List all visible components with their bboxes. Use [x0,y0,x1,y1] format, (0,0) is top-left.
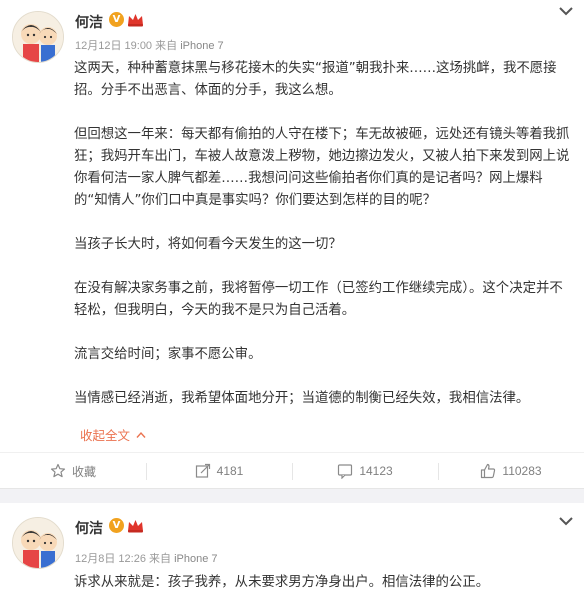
chevron-up-icon [136,431,146,438]
post-meta: 12月12日 19:00 来自 iPhone 7 [75,37,224,53]
post-paragraph: 在没有解决家务事之前，我将暂停一切工作（已签约工作继续完成）。这个决定并不轻松，… [74,281,563,318]
post-paragraph: 但回想这一年来：每天都有偷拍的人守在楼下；车无故被砸，远处还有镜头等着我抓狂；我… [74,127,570,208]
like-button[interactable]: 110283 [438,453,584,489]
member-crown-icon[interactable] [127,13,144,27]
avatar-cartoon-icon [13,518,63,568]
post-paragraph: 当孩子长大时，将如何看今天发生的这一切？ [74,237,342,252]
post-paragraph: 诉求从来就是：孩子我养，从未要求男方净身出户。相信法律的公正。 [74,575,490,590]
avatar-cartoon-icon [13,12,63,62]
author-name[interactable]: 何洁 [75,12,103,32]
weibo-post-card: 何洁 V 12月12日 19:00 来自 iPhone 7 这两天，种种蓄意抹黑… [0,0,584,489]
avatar[interactable] [12,517,64,569]
like-count: 110283 [502,464,542,478]
weibo-post-card: 何洁 V 12月8日 12:26 来自 iPhone 7 诉求从来就是：孩子我养… [0,503,584,604]
repost-count: 4181 [216,464,244,478]
verified-v-icon: V [109,518,124,533]
via-label: 来自 [155,40,178,52]
post-timestamp[interactable]: 12月8日 12:26 [75,553,146,565]
favorite-label: 收藏 [71,464,96,479]
post-paragraph: 流言交给时间；家事不愿公审。 [74,347,262,362]
comment-icon [338,464,353,479]
post-action-bar: 收藏 4181 14123 110283 [0,452,584,489]
chevron-down-icon[interactable] [558,6,574,16]
device-label: iPhone 7 [180,40,224,52]
avatar[interactable] [12,11,64,63]
collapse-label: 收起全文 [80,428,131,443]
collapse-button[interactable]: 收起全文 [80,425,146,444]
via-label: 来自 [149,553,171,565]
favorite-button[interactable]: 收藏 [0,453,146,489]
post-meta: 12月8日 12:26 来自 iPhone 7 [75,550,218,566]
chevron-down-icon[interactable] [558,516,574,526]
device-label: iPhone 7 [174,553,218,565]
repost-button[interactable]: 4181 [146,453,292,489]
post-content: 诉求从来就是：孩子我养，从未要求男方净身出户。相信法律的公正。 [74,572,574,594]
thumbs-up-icon [481,463,496,479]
repost-icon [195,463,210,478]
post-paragraph: 当情感已经消逝，我希望体面地分开；当道德的制衡已经失效，我相信法律。 [74,391,530,406]
comment-button[interactable]: 14123 [292,453,438,489]
star-icon [50,463,66,478]
post-paragraph: 这两天，种种蓄意抹黑与移花接木的失实“报道”朝我扑来……这场挑衅，我不愿接招。分… [74,61,557,98]
comment-count: 14123 [359,464,393,478]
member-crown-icon[interactable] [127,519,144,533]
post-content: 这两天，种种蓄意抹黑与移花接木的失实“报道”朝我扑来……这场挑衅，我不愿接招。分… [74,58,574,410]
author-name[interactable]: 何洁 [75,518,103,538]
verified-v-icon: V [109,12,124,27]
post-timestamp[interactable]: 12月12日 19:00 [75,40,152,52]
